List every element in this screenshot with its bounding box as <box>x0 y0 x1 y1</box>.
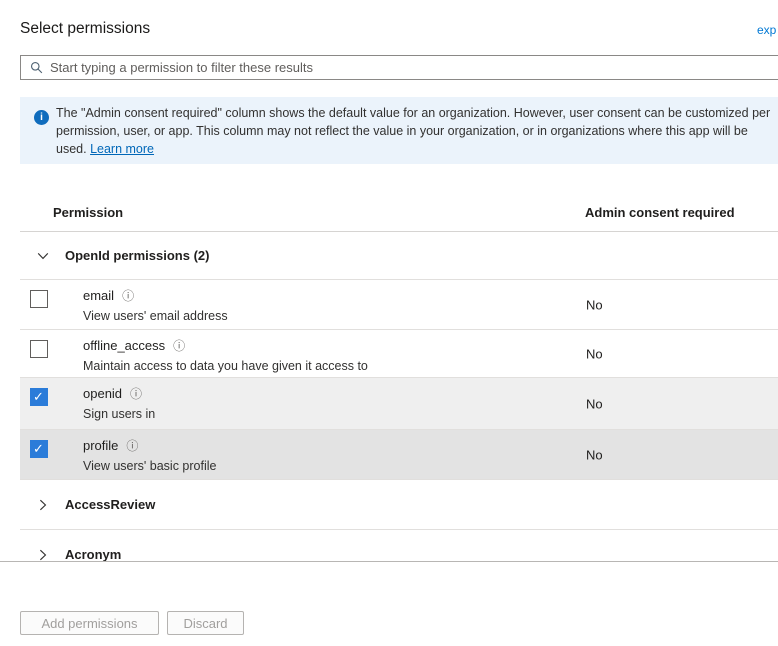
table-row-email[interactable]: email ⓘ View users' email address No <box>20 280 778 330</box>
group-row-acronym[interactable]: Acronym <box>20 530 778 561</box>
table-row-openid[interactable]: openid ⓘ Sign users in No <box>20 378 778 430</box>
permission-name: offline_access <box>83 338 165 353</box>
permission-description: View users' email address <box>83 306 228 326</box>
expand-link[interactable]: exp <box>757 23 776 37</box>
permission-search-box[interactable] <box>20 55 778 80</box>
info-icon: i <box>34 110 49 125</box>
learn-more-link[interactable]: Learn more <box>90 142 154 156</box>
checkbox-email[interactable] <box>30 290 48 308</box>
permission-name: profile <box>83 438 118 453</box>
admin-consent-value: No <box>586 396 603 411</box>
table-header: Permission Admin consent required <box>20 190 778 232</box>
info-banner-text: The "Admin consent required" column show… <box>56 104 778 158</box>
group-label: Acronym <box>65 547 121 561</box>
table-row-profile[interactable]: profile ⓘ View users' basic profile No <box>20 430 778 480</box>
checkbox-offline-access[interactable] <box>30 340 48 358</box>
search-icon <box>30 61 43 74</box>
chevron-down-icon[interactable] <box>28 249 58 263</box>
info-circle-icon[interactable]: ⓘ <box>122 289 134 303</box>
permission-description: Sign users in <box>83 404 155 424</box>
admin-consent-value: No <box>586 447 603 462</box>
add-permissions-button[interactable]: Add permissions <box>20 611 159 635</box>
checkbox-profile[interactable] <box>30 440 48 458</box>
admin-consent-value: No <box>586 297 603 312</box>
search-input[interactable] <box>50 60 778 75</box>
info-banner: i The "Admin consent required" column sh… <box>20 97 778 164</box>
column-header-admin-consent: Admin consent required <box>585 205 735 220</box>
page-title: Select permissions <box>20 20 150 38</box>
permission-description: Maintain access to data you have given i… <box>83 356 368 376</box>
info-banner-message: The "Admin consent required" column show… <box>56 106 770 156</box>
checkbox-openid[interactable] <box>30 388 48 406</box>
chevron-right-icon[interactable] <box>28 548 58 562</box>
group-row-accessreview[interactable]: AccessReview <box>20 480 778 530</box>
table-row-offline-access[interactable]: offline_access ⓘ Maintain access to data … <box>20 330 778 378</box>
list-bottom-divider <box>0 561 778 562</box>
info-circle-icon[interactable]: ⓘ <box>130 387 142 401</box>
group-label: AccessReview <box>65 497 155 512</box>
info-circle-icon[interactable]: ⓘ <box>173 339 185 353</box>
permissions-list: OpenId permissions (2) email ⓘ View users… <box>20 232 778 561</box>
admin-consent-value: No <box>586 346 603 361</box>
info-circle-icon[interactable]: ⓘ <box>126 439 138 453</box>
column-header-permission: Permission <box>53 205 123 220</box>
group-label: OpenId permissions (2) <box>65 248 209 263</box>
discard-button[interactable]: Discard <box>167 611 244 635</box>
group-row-openid-permissions[interactable]: OpenId permissions (2) <box>20 232 778 280</box>
permission-name: openid <box>83 386 122 401</box>
permission-description: View users' basic profile <box>83 456 216 476</box>
chevron-right-icon[interactable] <box>28 498 58 512</box>
permission-name: email <box>83 288 114 303</box>
